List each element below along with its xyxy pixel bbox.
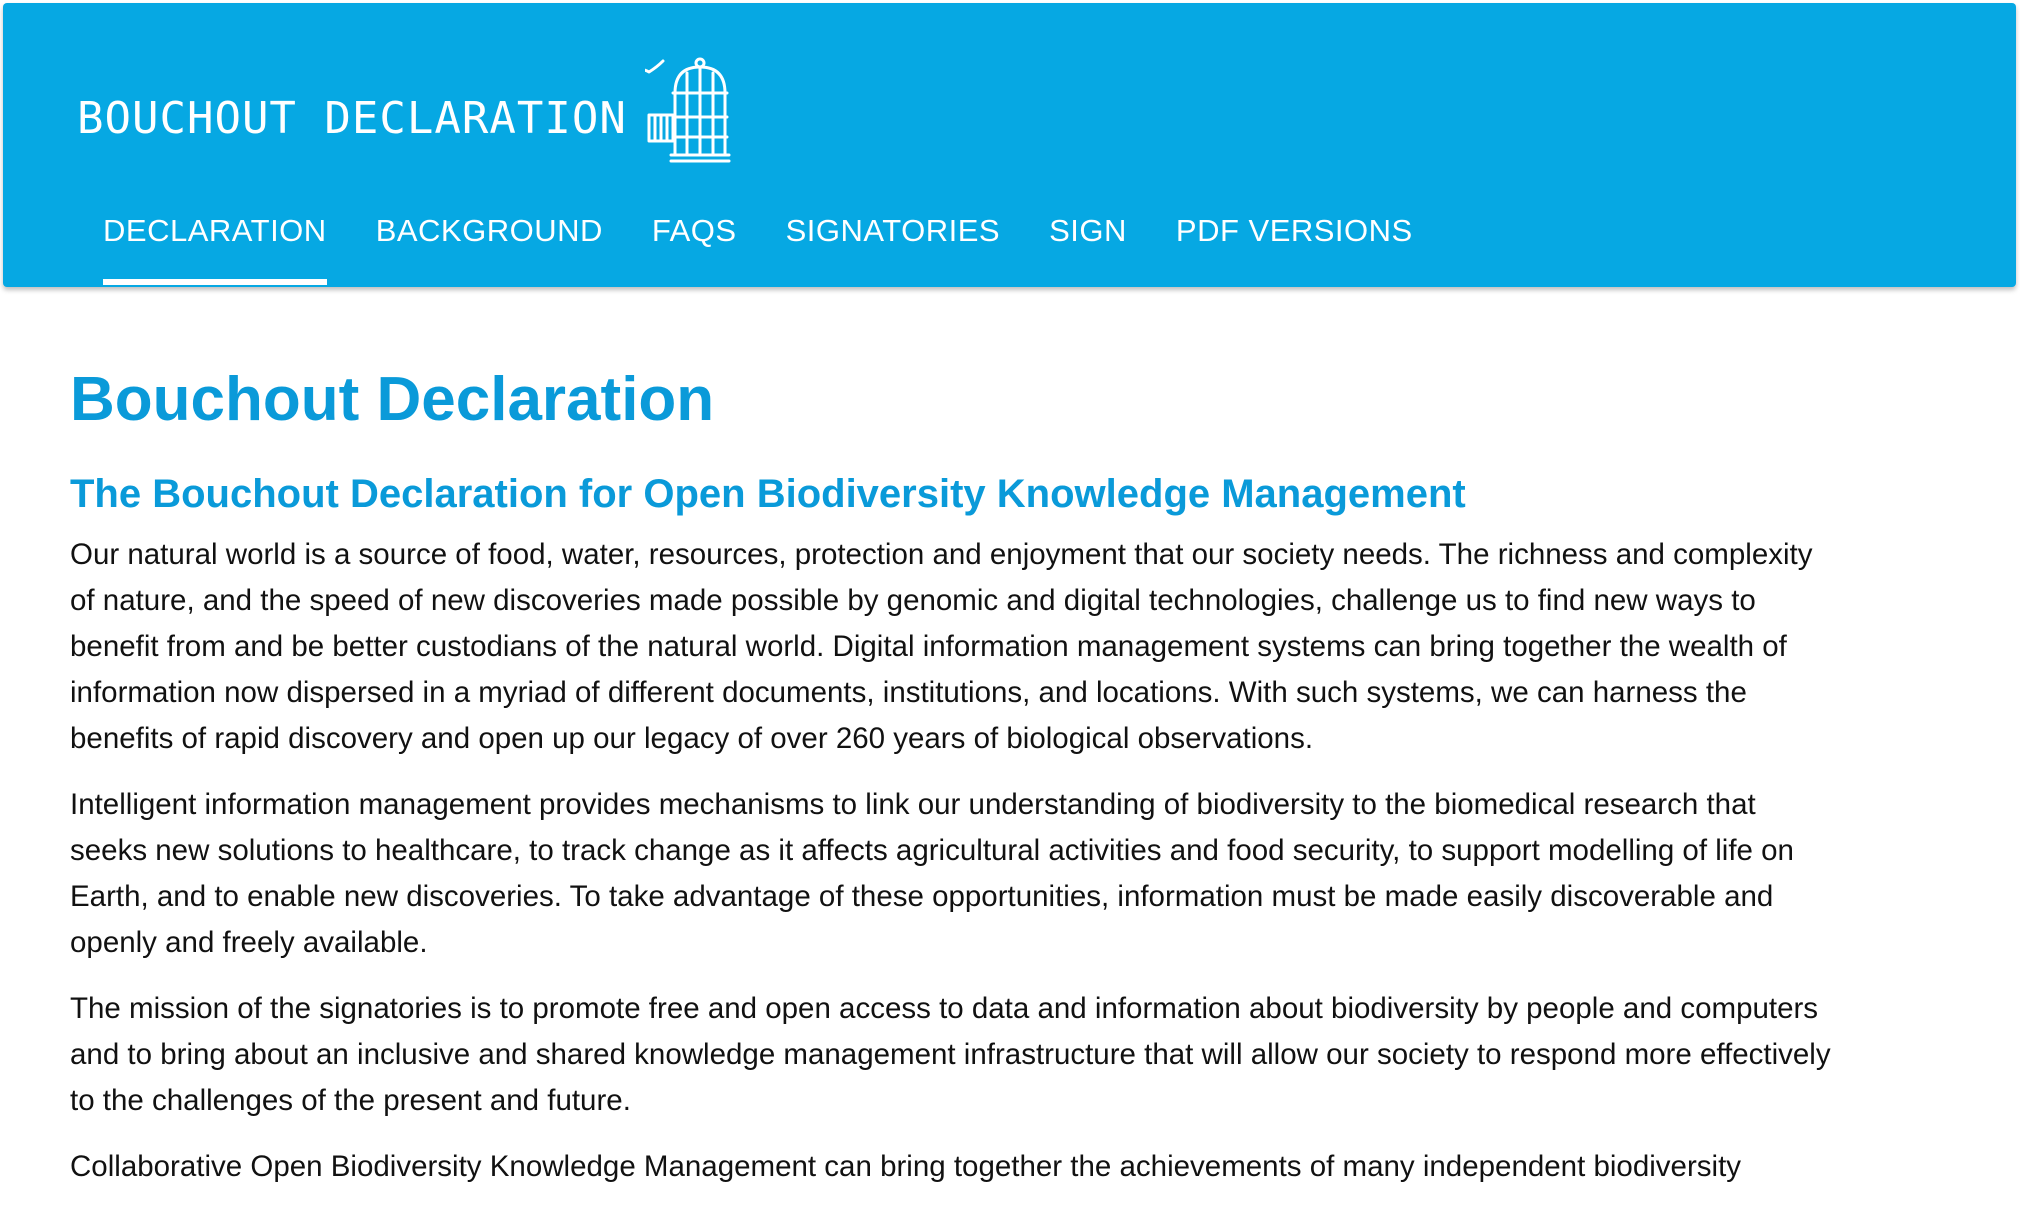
main-nav: DECLARATION BACKGROUND FAQS SIGNATORIES …	[103, 203, 1462, 287]
page-title: Bouchout Declaration	[70, 365, 715, 434]
birdcage-bird-icon	[644, 57, 731, 163]
nav-tab-faqs[interactable]: FAQS	[652, 203, 737, 287]
main-content: Bouchout Declaration The Bouchout Declar…	[70, 360, 1840, 1210]
nav-tab-signatories[interactable]: SIGNATORIES	[786, 203, 1001, 287]
nav-tab-declaration[interactable]: DECLARATION	[103, 203, 327, 287]
paragraph-information-management: Intelligent information management provi…	[70, 788, 1794, 959]
nav-tab-sign[interactable]: SIGN	[1049, 203, 1127, 287]
paragraph-intro: Our natural world is a source of food, w…	[70, 538, 1813, 755]
paragraph-mission: The mission of the signatories is to pro…	[70, 992, 1831, 1117]
site-header: BOUCHOUT DECLARATION DECLARATION BACKGRO…	[3, 3, 2016, 287]
section-heading: The Bouchout Declaration for Open Biodiv…	[70, 472, 1466, 516]
site-brand[interactable]: BOUCHOUT DECLARATION	[77, 55, 735, 165]
paragraph-collaborative: Collaborative Open Biodiversity Knowledg…	[70, 1150, 1742, 1183]
nav-tab-pdf-versions[interactable]: PDF VERSIONS	[1176, 203, 1413, 287]
brand-title[interactable]: BOUCHOUT DECLARATION	[77, 97, 627, 165]
nav-tab-background[interactable]: BACKGROUND	[376, 203, 603, 287]
